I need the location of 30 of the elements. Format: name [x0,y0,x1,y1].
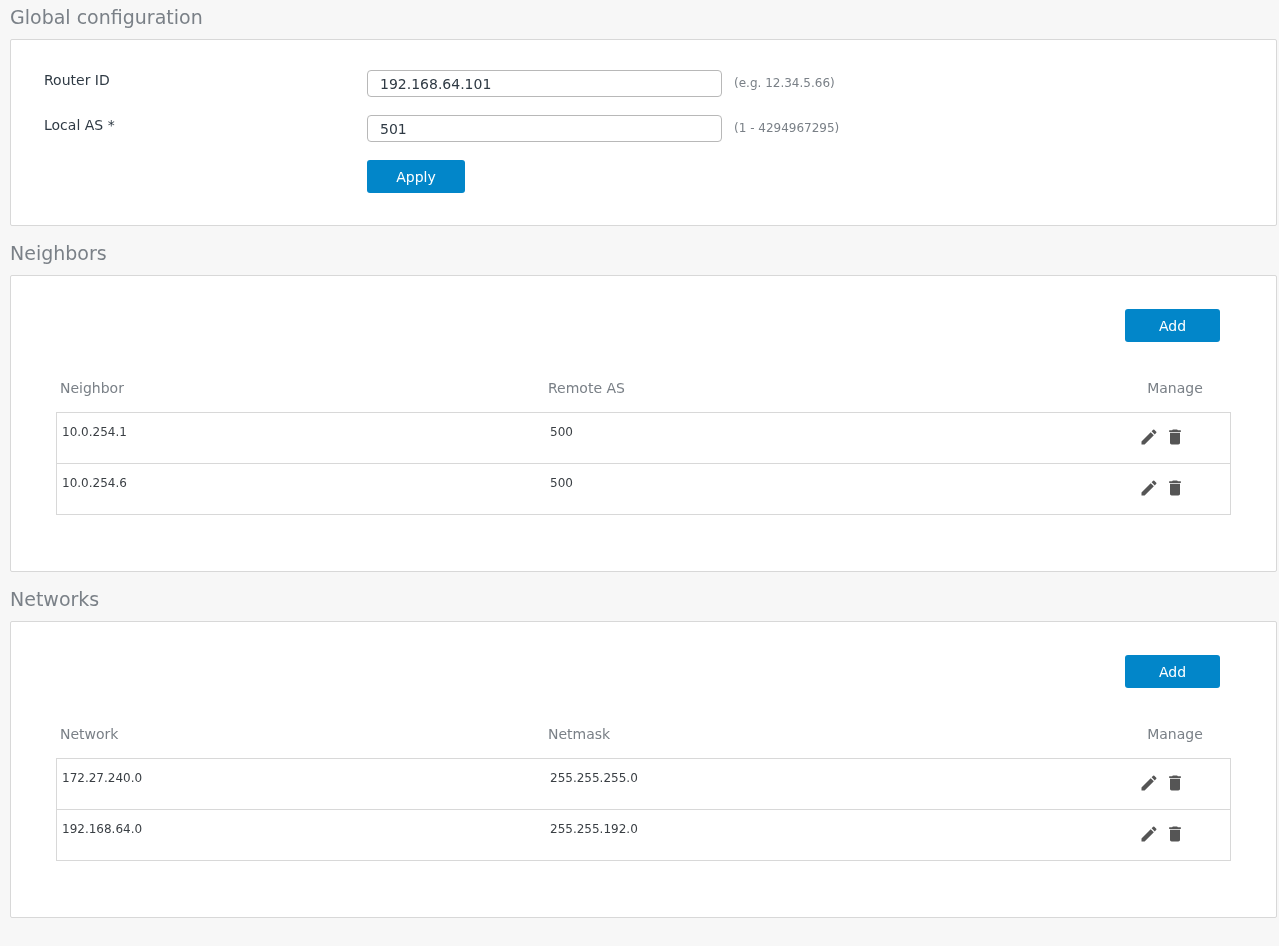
table-cell-text: 10.0.254.6 [61,475,128,492]
table-cell-text: 255.255.255.0 [549,770,639,787]
table-cell-text: 172.27.240.0 [61,770,144,787]
edit-icon[interactable] [1139,824,1159,844]
edit-icon[interactable] [1139,773,1159,793]
input-field[interactable]: 192.168.64.101 [367,70,722,97]
apply-button[interactable]: Apply [367,160,465,193]
column-header: Netmask [547,726,612,744]
input-field[interactable]: 501 [367,115,722,142]
column-header: Neighbor [59,380,125,398]
column-header: Manage [1146,380,1204,398]
edit-icon[interactable] [1139,427,1159,447]
table-cell-text: 500 [549,424,574,441]
field-hint: (1 - 4294967295) [734,120,841,137]
column-header: Manage [1146,726,1204,744]
add-button[interactable]: Add [1125,655,1220,688]
field-hint: (e.g. 12.34.5.66) [734,75,836,92]
field-label: Local AS * [44,116,116,135]
field-label: Router ID [44,71,111,90]
section-title: Networks [10,587,101,612]
table-cell-text: 10.0.254.1 [61,424,128,441]
column-header: Remote AS [547,380,626,398]
column-header: Network [59,726,120,744]
edit-icon[interactable] [1139,478,1159,498]
section-title: Global configuration [10,5,204,30]
section-title: Neighbors [10,241,108,266]
table-cell-text: 192.168.64.0 [61,821,144,838]
table-cell-text: 500 [549,475,574,492]
table-cell-text: 255.255.192.0 [549,821,639,838]
add-button[interactable]: Add [1125,309,1220,342]
